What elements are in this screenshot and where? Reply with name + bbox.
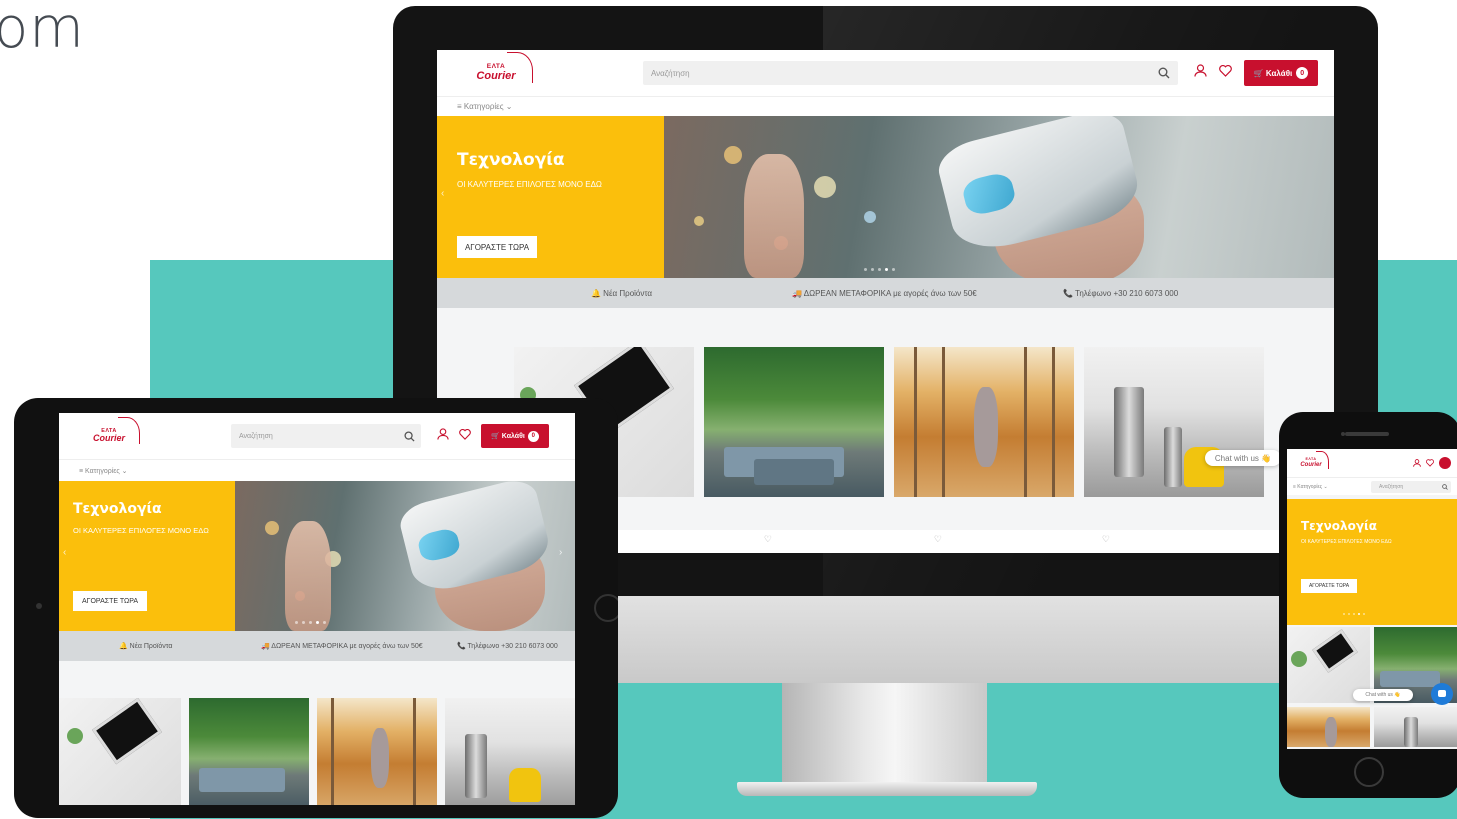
- hero-cta-button[interactable]: ΑΓΟΡΑΣΤΕ ΤΩΡΑ: [457, 236, 537, 258]
- cart-count-badge: 0: [1296, 67, 1309, 79]
- search-input[interactable]: Αναζήτηση: [1371, 484, 1442, 490]
- search-input[interactable]: Αναζήτηση: [643, 69, 1158, 78]
- categories-and-search-row: ≡ Κατηγορίες ⌄ Αναζήτηση: [1287, 477, 1457, 495]
- wishlist-heart-icon[interactable]: ♡: [782, 530, 952, 553]
- phone-screen: ΕΛΤΑ Courier ≡ Κατηγορίες ⌄ Αναζήτηση Τεχ…: [1287, 449, 1457, 749]
- search-input[interactable]: Αναζήτηση: [231, 433, 404, 440]
- heart-icon[interactable]: [1219, 64, 1232, 82]
- info-bar: 🔔 Νέα Προϊόντα 🚚 ΔΩΡΕΑΝ ΜΕΤΑΦΟΡΙΚΑ με αγ…: [437, 278, 1334, 308]
- tablet-home-button: [594, 594, 618, 622]
- hero-subtitle: ΟΙ ΚΑΛΥΤΕΡΕΣ ΕΠΙΛΟΓΕΣ ΜΟΝΟ ΕΔΩ: [1301, 539, 1392, 545]
- heart-icon[interactable]: [459, 427, 471, 445]
- phone-number[interactable]: 📞 Τηλέφωνο +30 210 6073 000: [1063, 289, 1178, 298]
- hero-title: Τεχνολογία: [73, 501, 162, 517]
- user-icon[interactable]: [437, 427, 449, 445]
- category-tiles: [59, 698, 575, 805]
- cart-count-badge: 0: [527, 430, 539, 442]
- hero-title: Τεχνολογία: [457, 150, 565, 170]
- chat-widget[interactable]: Chat with us 👋: [1353, 689, 1413, 701]
- free-shipping-note: 🚚 ΔΩΡΕΑΝ ΜΕΤΑΦΟΡΙΚΑ με αγορές άνω των 50…: [261, 643, 423, 650]
- category-tile-sports[interactable]: [1287, 707, 1370, 747]
- smartphone-device: ΕΛΤΑ Courier ≡ Κατηγορίες ⌄ Αναζήτηση Τεχ…: [1279, 412, 1457, 798]
- monitor-stand-neck: [782, 683, 987, 788]
- hero-title: Τεχνολογία: [1301, 519, 1377, 533]
- vr-headset-photo: [235, 481, 575, 631]
- corner-heading-fragment: om: [0, 0, 85, 61]
- user-icon[interactable]: [1194, 64, 1207, 82]
- phone-home-button: [1354, 757, 1384, 787]
- search-bar[interactable]: Αναζήτηση: [1371, 480, 1451, 493]
- free-shipping-note: 🚚 ΔΩΡΕΑΝ ΜΕΤΑΦΟΡΙΚΑ με αγορές άνω των 50…: [792, 288, 977, 298]
- header-icons: 🛒 Καλάθι 0: [437, 424, 549, 448]
- category-tile-tech[interactable]: [59, 698, 181, 805]
- search-icon[interactable]: [1442, 483, 1448, 490]
- categories-menu[interactable]: ≡ Κατηγορίες ⌄: [1293, 484, 1328, 490]
- cart-button[interactable]: 🛒 Καλάθι 0: [1244, 60, 1318, 86]
- search-bar[interactable]: Αναζήτηση: [642, 61, 1178, 85]
- site-header: ΕΛΤΑ Courier: [1287, 449, 1457, 477]
- categories-menu[interactable]: ≡ Κατηγορίες ⌄: [59, 459, 575, 481]
- category-tile-home-appliances[interactable]: [445, 698, 575, 805]
- user-icon[interactable]: [1413, 454, 1421, 472]
- hero-cta-button[interactable]: ΑΓΟΡΑΣΤΕ ΤΩΡΑ: [1301, 579, 1357, 593]
- elta-courier-logo[interactable]: ΕΛΤΑ Courier: [467, 51, 534, 90]
- category-tile-garden[interactable]: [704, 347, 884, 497]
- slider-prev-arrow[interactable]: ‹: [441, 188, 444, 199]
- header-icons: 🛒 Καλάθι 0: [1194, 60, 1318, 86]
- elta-courier-logo[interactable]: ΕΛΤΑ Courier: [1297, 450, 1329, 473]
- cart-label: 🛒 Καλάθι: [1253, 68, 1293, 78]
- category-tile-sports[interactable]: [894, 347, 1074, 497]
- info-bar: 🔔 Νέα Προϊόντα 🚚 ΔΩΡΕΑΝ ΜΕΤΑΦΟΡΙΚΑ με αγ…: [59, 631, 575, 661]
- phone-number[interactable]: 📞 Τηλέφωνο +30 210 6073 000: [457, 642, 558, 650]
- category-tile-sports[interactable]: [317, 698, 437, 805]
- tablet-screen: ΕΛΤΑ Courier Αναζήτηση 🛒 Καλάθι 0 ≡ Κατη…: [59, 413, 575, 805]
- category-tile-home-appliances[interactable]: [1084, 347, 1264, 497]
- chat-widget[interactable]: Chat with us 👋: [1205, 450, 1281, 466]
- site-header: ΕΛΤΑ Courier Αναζήτηση 🛒 Καλάθι 0: [59, 413, 575, 459]
- new-products-link[interactable]: 🔔 Νέα Προϊόντα: [119, 642, 172, 650]
- header-icons: [1413, 454, 1451, 472]
- categories-menu[interactable]: ≡ Κατηγορίες ⌄: [437, 96, 1334, 116]
- vr-headset-photo: [664, 116, 1334, 278]
- slider-prev-arrow[interactable]: ‹: [63, 547, 66, 558]
- hero-cta-button[interactable]: ΑΓΟΡΑΣΤΕ ΤΩΡΑ: [73, 591, 147, 611]
- wishlist-heart-icon[interactable]: ♡: [952, 530, 1120, 553]
- cart-icon[interactable]: [1439, 457, 1451, 469]
- chat-icon[interactable]: [1431, 683, 1453, 705]
- cart-button[interactable]: 🛒 Καλάθι 0: [481, 424, 549, 448]
- elta-courier-logo[interactable]: ΕΛΤΑ Courier: [85, 417, 140, 451]
- new-products-link[interactable]: 🔔 Νέα Προϊόντα: [591, 289, 652, 298]
- devices-mockup-stage: om ΕΛΤΑ Courier Αναζήτηση 🛒 Καλάθι 0 ≡ Κ…: [0, 0, 1457, 819]
- slider-next-arrow[interactable]: ›: [559, 547, 562, 558]
- category-tile-home-appliances[interactable]: [1374, 707, 1457, 747]
- category-tiles: [1287, 627, 1457, 747]
- cart-label: 🛒 Καλάθι: [491, 433, 525, 440]
- site-header: ΕΛΤΑ Courier Αναζήτηση 🛒 Καλάθι 0: [437, 50, 1334, 96]
- hero-yellow-panel: [1287, 499, 1457, 625]
- category-tile-garden[interactable]: [189, 698, 309, 805]
- hero-banner: ‹ › Τεχνολογία ΟΙ ΚΑΛΥΤΕΡΕΣ ΕΠΙΛΟΓΕΣ ΜΟΝ…: [59, 481, 575, 631]
- hero-subtitle: ΟΙ ΚΑΛΥΤΕΡΕΣ ΕΠΙΛΟΓΕΣ ΜΟΝΟ ΕΔΩ: [457, 180, 602, 189]
- monitor-stand-base: [737, 782, 1037, 796]
- heart-icon[interactable]: [1426, 454, 1434, 472]
- hero-banner: Τεχνολογία ΟΙ ΚΑΛΥΤΕΡΕΣ ΕΠΙΛΟΓΕΣ ΜΟΝΟ ΕΔ…: [1287, 499, 1457, 625]
- search-bar[interactable]: Αναζήτηση: [231, 424, 421, 448]
- search-icon[interactable]: [1158, 67, 1170, 79]
- hero-banner: ‹ Τεχνολογία ΟΙ ΚΑΛΥΤΕΡΕΣ ΕΠΙΛΟΓΕΣ ΜΟΝΟ …: [437, 116, 1334, 278]
- search-icon[interactable]: [404, 430, 415, 442]
- tablet-device: ΕΛΤΑ Courier Αναζήτηση 🛒 Καλάθι 0 ≡ Κατη…: [14, 398, 618, 818]
- category-tiles: [514, 347, 1264, 497]
- hero-subtitle: ΟΙ ΚΑΛΥΤΕΡΕΣ ΕΠΙΛΟΓΕΣ ΜΟΝΟ ΕΔΩ: [73, 526, 209, 535]
